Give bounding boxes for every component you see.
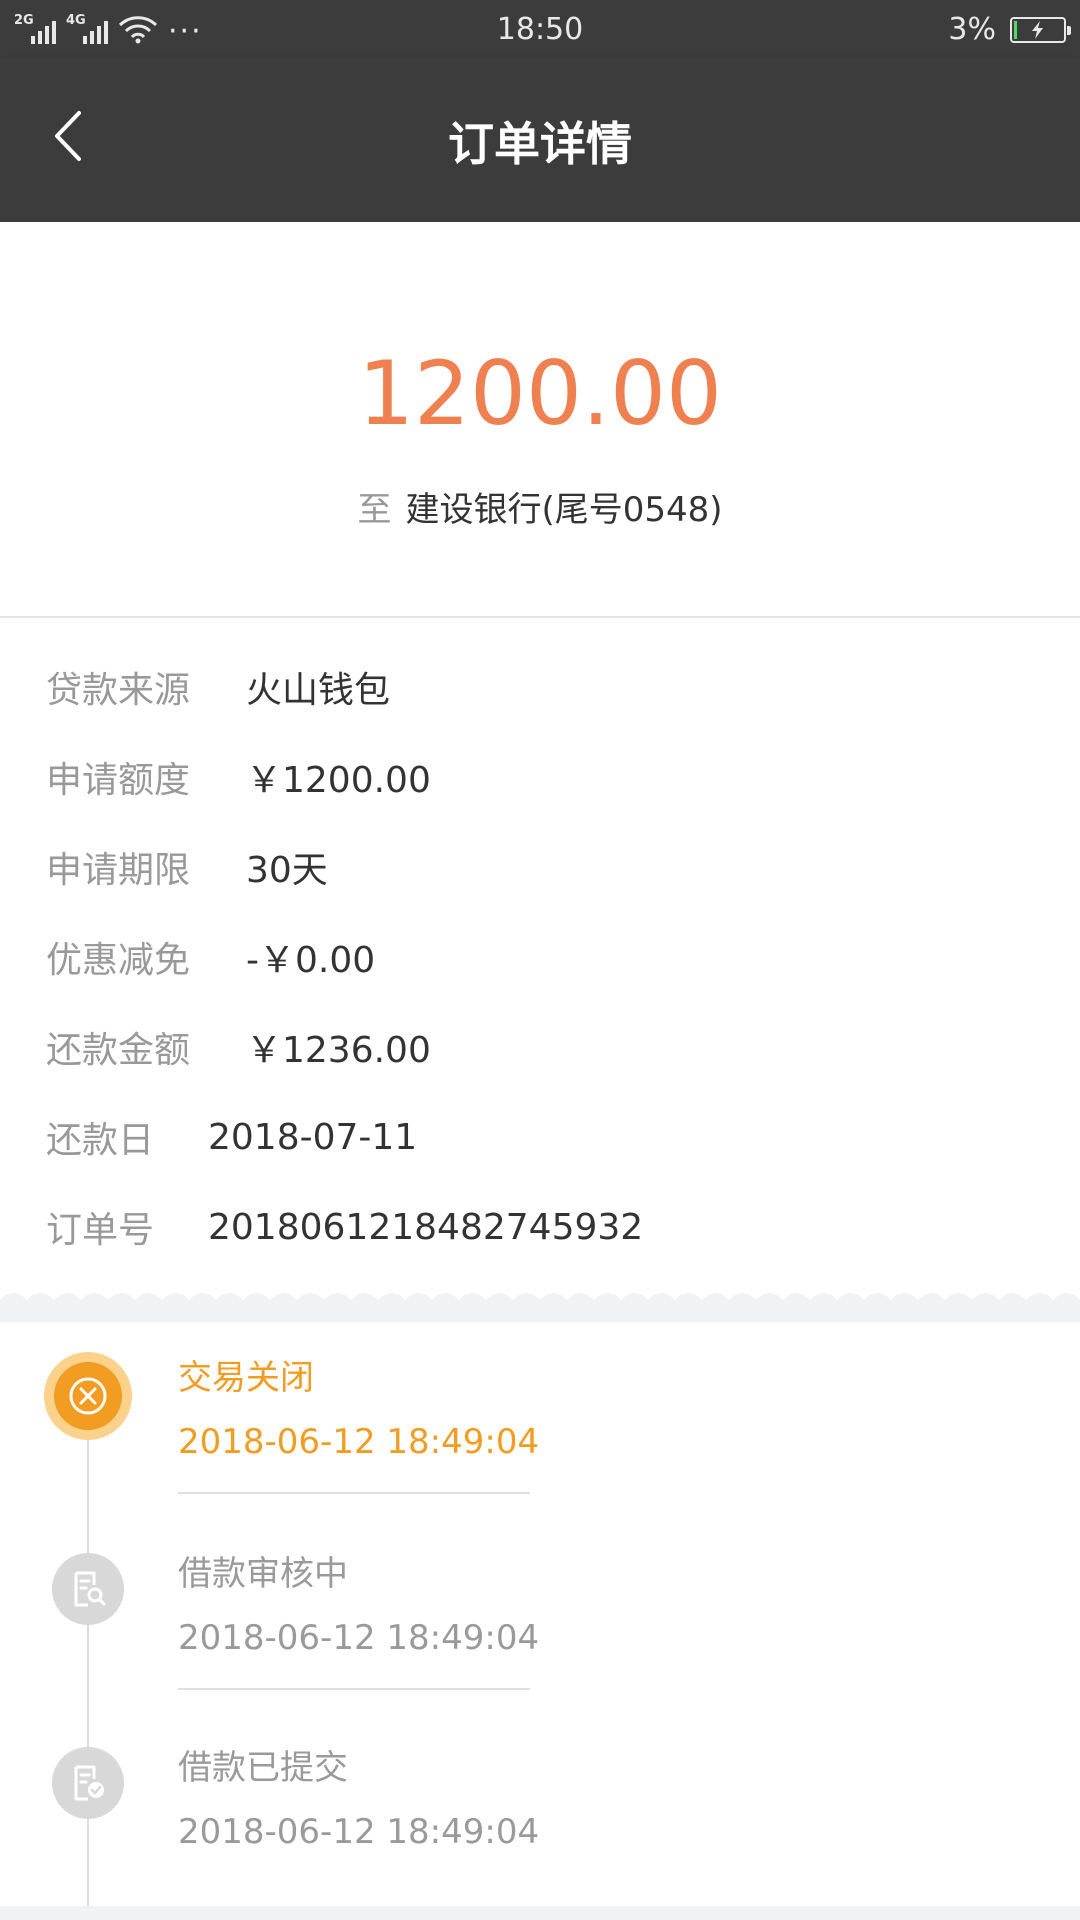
status-bar: 2G 4G ··· 18:50 3% (0, 0, 1080, 58)
detail-value: 2018-07-11 (208, 1116, 418, 1158)
timeline-time: 2018-06-12 18:49:04 (178, 1812, 540, 1852)
app-header: 订单详情 (0, 58, 1080, 222)
detail-row-order-number: 订单号 2018061218482745932 (46, 1202, 643, 1252)
detail-row-loan-source: 贷款来源 火山钱包 (46, 662, 390, 712)
document-check-icon (52, 1747, 124, 1819)
detail-row-discount: 优惠减免 -￥0.00 (46, 932, 375, 982)
order-details: 贷款来源 火山钱包 申请额度 ￥1200.00 申请期限 30天 优惠减免 -￥… (0, 620, 1080, 1288)
bank-account: 建设银行(尾号0548) (405, 490, 723, 530)
battery-charging-icon (1010, 16, 1071, 43)
amount-section: 1200.00 至建设银行(尾号0548) (0, 222, 1080, 618)
status-right: 3% (948, 12, 1071, 47)
detail-row-repay-amount: 还款金额 ￥1236.00 (46, 1022, 431, 1072)
to-label: 至 (357, 490, 392, 530)
detail-value: 30天 (246, 850, 328, 891)
battery-percent: 3% (948, 12, 996, 47)
detail-label: 申请额度 (46, 760, 191, 801)
detail-label: 还款金额 (46, 1030, 191, 1071)
timeline-item-submitted: 借款已提交 2018-06-12 18:49:04 (0, 1712, 1080, 1902)
status-time: 18:50 (496, 12, 584, 47)
detail-label: 贷款来源 (46, 670, 191, 711)
document-search-icon (52, 1553, 124, 1625)
timeline-time: 2018-06-12 18:49:04 (178, 1422, 540, 1462)
detail-value: 2018061218482745932 (208, 1206, 644, 1248)
detail-label: 还款日 (46, 1120, 155, 1161)
detail-label: 订单号 (46, 1210, 155, 1251)
detail-label: 优惠减免 (46, 940, 191, 981)
timeline-divider (178, 1492, 530, 1494)
detail-label: 申请期限 (46, 850, 191, 891)
timeline-title: 借款审核中 (178, 1554, 348, 1594)
detail-row-repay-date: 还款日 2018-07-11 (46, 1112, 417, 1162)
detail-value: 火山钱包 (246, 670, 391, 711)
detail-row-apply-amount: 申请额度 ￥1200.00 (46, 752, 431, 802)
timeline-time: 2018-06-12 18:49:04 (178, 1618, 540, 1658)
bottom-edge (0, 1906, 1080, 1920)
detail-value: -￥0.00 (246, 940, 376, 981)
timeline-divider (178, 1688, 530, 1690)
page-title: 订单详情 (448, 117, 632, 171)
close-circle-icon (44, 1352, 132, 1440)
destination-account: 至建设银行(尾号0548) (0, 482, 1080, 531)
order-timeline: 交易关闭 2018-06-12 18:49:04 借款审核中 2018-06-1… (0, 1322, 1080, 1920)
loan-amount: 1200.00 (358, 342, 722, 445)
timeline-title: 借款已提交 (178, 1748, 348, 1788)
timeline-item-closed: 交易关闭 2018-06-12 18:49:04 (0, 1322, 1080, 1512)
timeline-item-reviewing: 借款审核中 2018-06-12 18:49:04 (0, 1518, 1080, 1708)
detail-row-apply-term: 申请期限 30天 (46, 842, 328, 892)
timeline-title: 交易关闭 (178, 1358, 314, 1398)
detail-value: ￥1200.00 (246, 760, 431, 801)
section-gap (0, 1300, 1080, 1322)
detail-value: ￥1236.00 (246, 1030, 431, 1071)
